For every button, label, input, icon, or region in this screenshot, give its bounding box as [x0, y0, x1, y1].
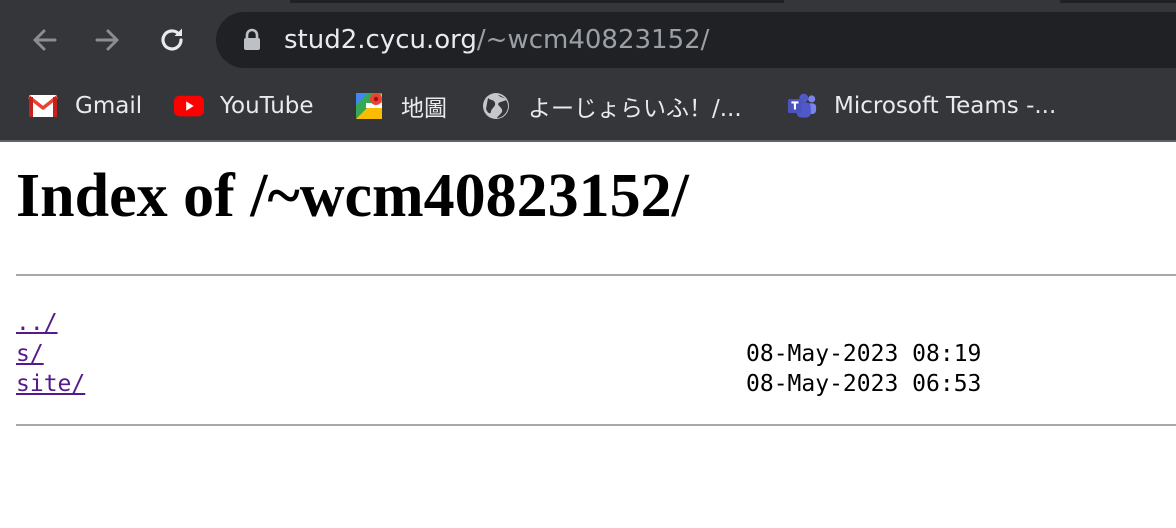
page-title: Index of /~wcm40823152/ — [16, 162, 689, 230]
tab-strip-edge — [290, 0, 784, 3]
forward-button[interactable] — [88, 20, 128, 60]
bookmark-label: Gmail — [75, 93, 143, 119]
bookmark-label: よーじょらいふ！/... — [528, 96, 742, 122]
browser-chrome: stud2.cycu.org/~wcm40823152/ Gmail YouTu… — [0, 0, 1176, 142]
bookmark-label: Microsoft Teams -... — [834, 93, 1057, 119]
entry-link-site[interactable]: site/ — [16, 371, 85, 397]
bookmarks-bar: Gmail YouTube 地圖 よーじょらいふ！/... Microsoft … — [0, 84, 1176, 128]
url-text[interactable]: stud2.cycu.org/~wcm40823152/ — [284, 22, 709, 58]
reload-button[interactable] — [152, 20, 192, 60]
entry-date: 08-May-2023 06:53 — [746, 371, 982, 397]
divider-bottom — [16, 424, 1176, 426]
bookmark-youtube[interactable]: YouTube — [174, 84, 314, 128]
maps-icon — [354, 91, 384, 121]
url-host: stud2.cycu.org — [284, 25, 477, 55]
forward-arrow-icon — [95, 29, 119, 51]
teams-icon — [787, 91, 817, 121]
reload-icon — [161, 28, 183, 51]
parent-directory-link[interactable]: ../ — [16, 310, 58, 336]
list-item: site/ 08-May-2023 06:53 — [16, 369, 981, 400]
gmail-icon — [28, 91, 58, 121]
bookmark-site[interactable]: よーじょらいふ！/... — [481, 84, 742, 128]
tab-strip-edge — [1060, 0, 1176, 3]
back-button[interactable] — [24, 20, 64, 60]
bookmark-label: YouTube — [220, 93, 314, 119]
page-content: Index of /~wcm40823152/ ../ s/ 08-May-20… — [0, 142, 1176, 528]
list-item: ../ — [16, 308, 85, 339]
entry-link-s[interactable]: s/ — [16, 341, 44, 367]
divider-top — [16, 274, 1176, 276]
bookmark-gmail[interactable]: Gmail — [28, 84, 142, 128]
list-item: s/ 08-May-2023 08:19 — [16, 339, 981, 370]
bookmark-maps[interactable]: 地圖 — [354, 84, 447, 128]
bookmark-label: 地圖 — [401, 96, 447, 122]
youtube-icon — [174, 91, 204, 121]
bookmark-teams[interactable]: Microsoft Teams -... — [787, 84, 1056, 128]
entry-date: 08-May-2023 08:19 — [746, 340, 982, 367]
lock-icon — [244, 28, 260, 50]
back-arrow-icon — [33, 29, 57, 51]
globe-icon — [481, 91, 511, 121]
directory-listing: ../ s/ 08-May-2023 08:19 site/ 08-May-20… — [16, 308, 981, 400]
url-path: /~wcm40823152/ — [476, 25, 710, 55]
